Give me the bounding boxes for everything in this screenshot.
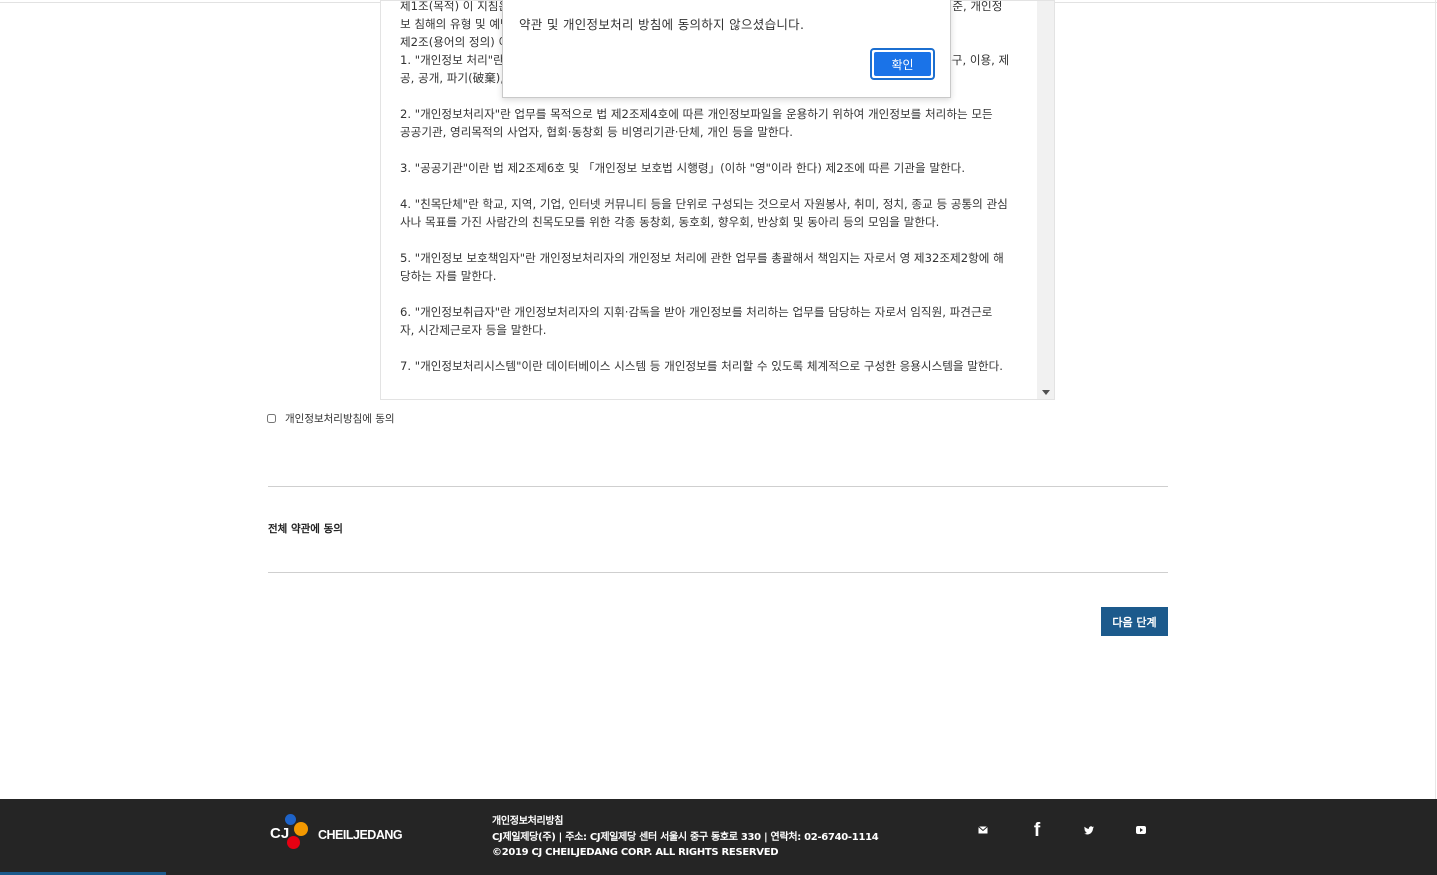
right-border	[1435, 0, 1436, 800]
company-address: CJ제일제당(주) | 주소: CJ제일제당 센터 서울시 중구 동호로 330…	[492, 831, 879, 843]
terms-paragraph: 4. "친목단체"란 학교, 지역, 기업, 인터넷 커뮤니티 등을 단위로 구…	[400, 197, 1008, 229]
footer-info: 개인정보처리방침 CJ제일제당(주) | 주소: CJ제일제당 센터 서울시 중…	[492, 814, 879, 861]
privacy-agree-row[interactable]: 개인정보처리방침에 동의	[267, 411, 395, 426]
privacy-agree-checkbox[interactable]	[267, 414, 276, 423]
confirm-button[interactable]: 확인	[870, 48, 935, 80]
mail-icon[interactable]	[976, 823, 990, 837]
logo-cj-text: CJ	[270, 825, 290, 842]
dialog-message: 약관 및 개인정보처리 방침에 동의하지 않으셨습니다.	[519, 17, 805, 32]
divider	[268, 572, 1168, 573]
all-agree-label[interactable]: 전체 약관에 동의	[268, 521, 343, 536]
scrollbar[interactable]	[1037, 1, 1054, 399]
next-step-button[interactable]: 다음 단계	[1101, 607, 1168, 636]
terms-paragraph: 7. "개인정보처리시스템"이란 데이터베이스 시스템 등 개인정보를 처리할 …	[400, 359, 1003, 373]
logo-dot-orange	[294, 822, 308, 836]
confirm-button-label: 확인	[874, 52, 931, 76]
scroll-down-arrow-icon[interactable]	[1042, 390, 1050, 395]
terms-paragraph: 5. "개인정보 보호책임자"란 개인정보처리자의 개인정보 처리에 관한 업무…	[400, 251, 1004, 283]
copyright: ©2019 CJ CHEILJEDANG CORP. ALL RIGHTS RE…	[492, 847, 779, 858]
youtube-icon[interactable]	[1134, 823, 1148, 837]
terms-paragraph: 2. "개인정보처리자"란 업무를 목적으로 법 제2조제4호에 따른 개인정보…	[400, 107, 993, 139]
alert-dialog: 약관 및 개인정보처리 방침에 동의하지 않으셨습니다. 확인	[502, 0, 951, 98]
divider	[268, 486, 1168, 487]
terms-paragraph: 3. "공공기관"이란 법 제2조제6호 및 「개인정보 보호법 시행령」(이하…	[400, 161, 966, 175]
twitter-icon[interactable]	[1082, 823, 1096, 837]
terms-paragraph: 6. "개인정보취급자"란 개인정보처리자의 지휘·감독을 받아 개인정보를 처…	[400, 305, 993, 337]
privacy-policy-link[interactable]: 개인정보처리방침	[492, 814, 878, 830]
privacy-agree-label: 개인정보처리방침에 동의	[285, 413, 395, 425]
logo-name-text: CHEILJEDANG	[318, 828, 403, 842]
logo-dot-blue	[285, 814, 296, 825]
facebook-icon[interactable]: f	[1029, 820, 1045, 841]
cj-cheiljedang-logo[interactable]: CJ CHEILJEDANG	[268, 813, 408, 853]
